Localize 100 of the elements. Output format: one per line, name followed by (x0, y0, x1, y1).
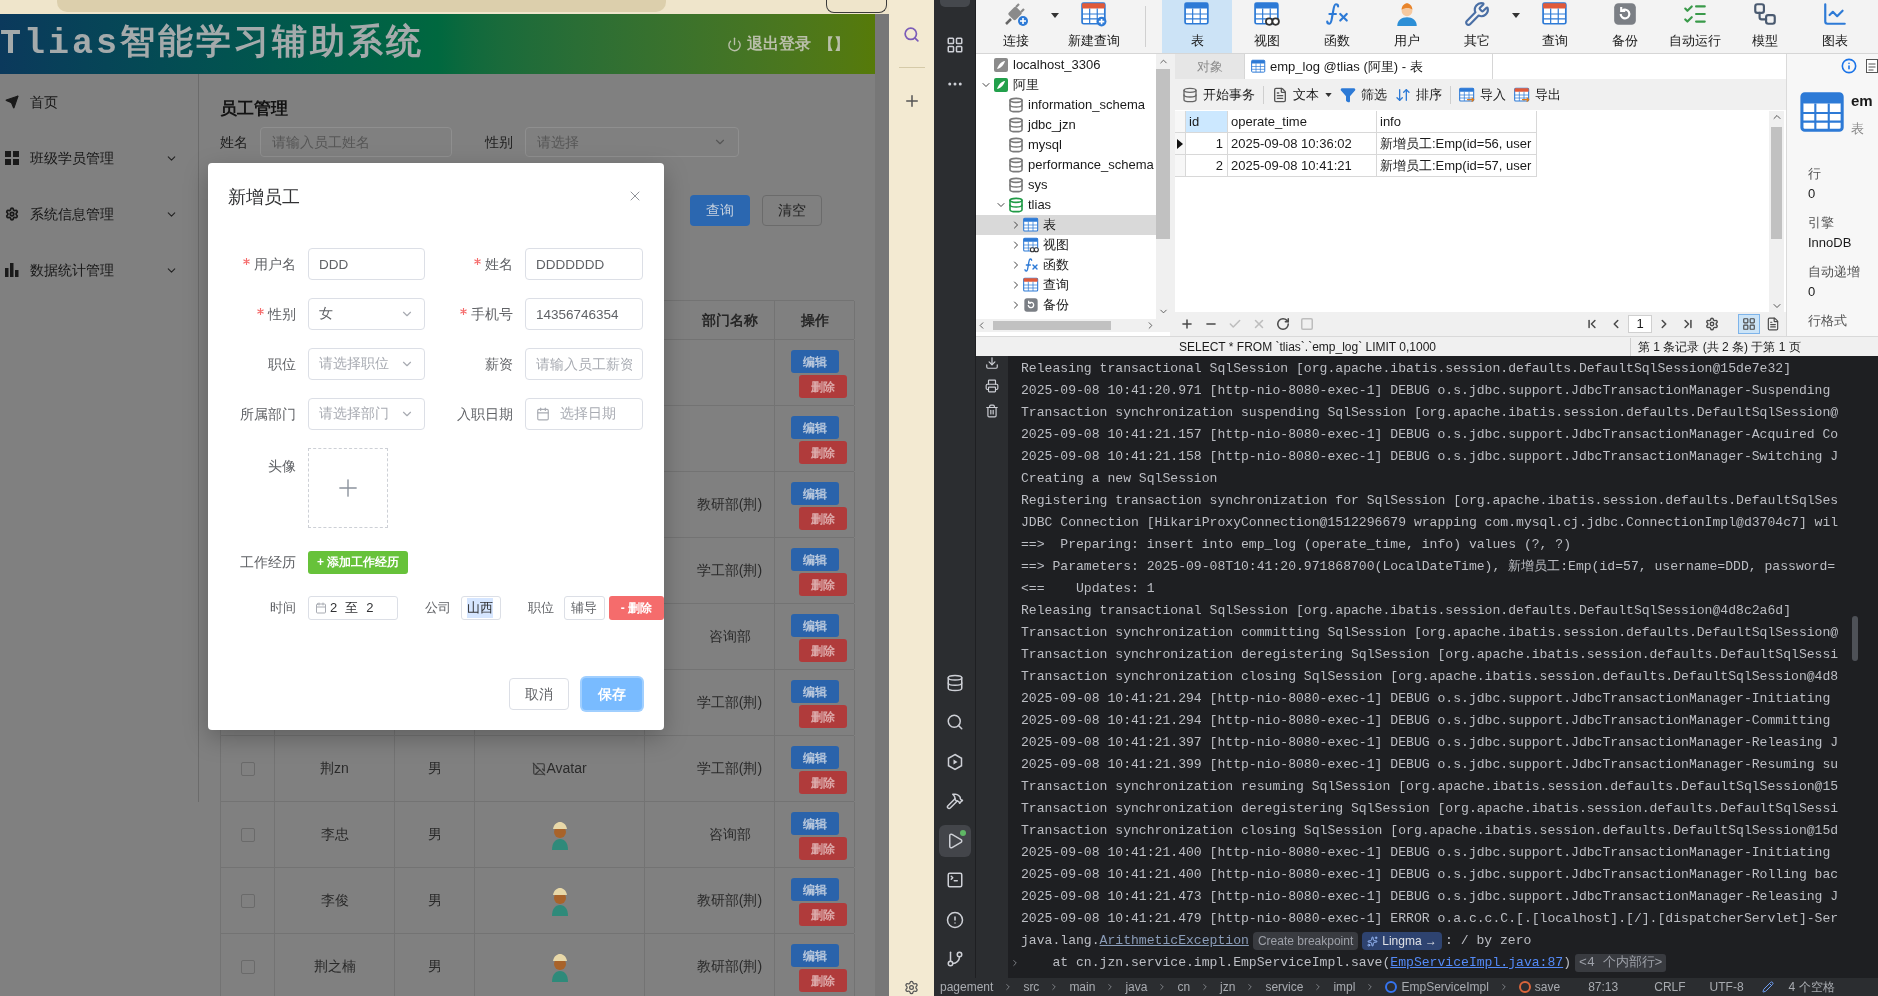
breadcrumb-item[interactable]: src (1023, 980, 1040, 994)
toolbar-button[interactable]: 导入 (1455, 82, 1510, 107)
page-number-field[interactable]: 1 (1628, 315, 1652, 333)
download-icon[interactable] (985, 356, 999, 370)
caret-down-icon[interactable] (1051, 13, 1059, 18)
toolbar-button[interactable] (826, 0, 887, 13)
query-button[interactable]: 查询 (690, 195, 750, 226)
menu-item[interactable]: 班级学员管理 (0, 130, 198, 186)
power-icon[interactable] (727, 36, 742, 52)
document-icon[interactable] (1866, 59, 1878, 73)
hammer-icon[interactable] (945, 792, 964, 810)
edit-button[interactable]: 编辑 (791, 614, 839, 637)
last-page-icon[interactable] (1681, 317, 1695, 331)
toolbar-button[interactable]: 自动运行 (1660, 0, 1730, 53)
info-icon[interactable] (1841, 58, 1857, 74)
folded-lines-chip[interactable]: <4 个内部行> (1575, 954, 1667, 972)
breadcrumb-item[interactable]: jzn (1220, 980, 1236, 994)
edit-button[interactable]: 编辑 (791, 680, 839, 703)
tab[interactable]: emp_log @tlias (阿里) - 表 (1244, 54, 1493, 79)
select-field[interactable]: 女 (308, 298, 425, 330)
edit-button[interactable]: 编辑 (791, 746, 839, 769)
edit-button[interactable]: 编辑 (791, 548, 839, 571)
refresh-icon[interactable] (1276, 317, 1290, 331)
edit-button[interactable]: 编辑 (791, 878, 839, 901)
date-range-picker[interactable]: 2 至 2 (308, 596, 398, 620)
tree-item[interactable]: jdbc_jzn (976, 115, 1156, 135)
column-header[interactable]: operate_time (1228, 111, 1377, 133)
company-input[interactable]: 山西 (461, 596, 501, 620)
edit-button[interactable]: 编辑 (791, 350, 839, 373)
toolbar-button[interactable]: 筛选 (1336, 82, 1391, 107)
toolbar-button[interactable]: 用户 (1372, 0, 1442, 53)
tree-item[interactable]: tlias (976, 195, 1156, 215)
toolbar-button[interactable]: 开始事务 (1178, 82, 1259, 107)
toolbar-button[interactable]: 排序 (1391, 82, 1446, 107)
tree-item[interactable]: sys (976, 175, 1156, 195)
reset-button[interactable]: 清空 (762, 195, 822, 226)
tree-item[interactable]: 视图 (976, 235, 1156, 255)
column-header[interactable]: id (1186, 111, 1228, 133)
file-encoding[interactable]: UTF-8 (1709, 980, 1744, 994)
row-selector[interactable] (1175, 133, 1186, 155)
toolbar-button[interactable]: 视图 (1232, 0, 1302, 53)
scrollbar-thumb[interactable] (1156, 69, 1170, 239)
tree-item[interactable]: 阿里 (976, 75, 1156, 95)
breadcrumb-item[interactable]: impl (1333, 980, 1356, 994)
breadcrumb-item[interactable]: cn (1177, 980, 1191, 994)
position-input[interactable]: 辅导 (564, 596, 605, 620)
print-icon[interactable] (985, 379, 999, 393)
tree-item[interactable]: 表 (976, 215, 1156, 235)
menu-item[interactable]: 数据统计管理 (0, 242, 198, 298)
cancel-button[interactable]: 取消 (509, 678, 569, 710)
breadcrumb-item[interactable]: EmpServiceImpl (1401, 980, 1489, 994)
tool-window-button[interactable] (938, 824, 971, 857)
toolbar-button[interactable]: 模型 (1730, 0, 1800, 53)
column-header[interactable]: info (1377, 111, 1537, 133)
fold-chevron-icon[interactable] (1010, 958, 1020, 968)
toolbar-button[interactable]: 连接 (981, 0, 1051, 53)
scrollbar-thumb[interactable] (1852, 616, 1858, 661)
trash-icon[interactable] (985, 404, 999, 418)
toolbar-button[interactable]: 导出 (1510, 82, 1565, 107)
tree-item[interactable]: information_schema (976, 95, 1156, 115)
breadcrumb-item[interactable]: service (1265, 980, 1304, 994)
text-input[interactable]: DDD (308, 248, 425, 280)
toolbar-button[interactable]: 其它 (1442, 0, 1512, 53)
breadcrumb-item[interactable]: main (1069, 980, 1096, 994)
tree-item[interactable]: 函数 (976, 255, 1156, 275)
assistant-chip[interactable]: Lingma → (1362, 932, 1442, 950)
toolbar-button[interactable]: 图表 (1800, 0, 1870, 53)
settings-icon[interactable] (904, 980, 919, 995)
scrollbar-thumb[interactable] (1771, 127, 1782, 239)
breadcrumb-item[interactable]: java (1125, 980, 1148, 994)
first-page-icon[interactable] (1585, 317, 1599, 331)
toolbar-button[interactable]: 查询 (1520, 0, 1590, 53)
tree-item[interactable]: 查询 (976, 275, 1156, 295)
toolbar-button[interactable]: 新建查询 (1059, 0, 1129, 53)
grid-icon[interactable] (945, 36, 964, 54)
toolbar-button[interactable]: 备份 (1590, 0, 1660, 53)
grid-view-button[interactable] (1738, 314, 1760, 334)
add-icon[interactable] (1180, 317, 1194, 331)
alert-icon[interactable] (945, 910, 964, 929)
line-ending[interactable]: CRLF (1654, 980, 1686, 994)
caret-down-icon[interactable] (1512, 13, 1520, 18)
tree-item[interactable]: 备份 (976, 295, 1156, 315)
edit-button[interactable]: 编辑 (791, 944, 839, 967)
exception-link[interactable]: ArithmeticException (1099, 930, 1249, 952)
pencil-icon[interactable] (1761, 981, 1774, 993)
tree-item[interactable]: localhost_3306 (976, 55, 1156, 75)
terminal-icon[interactable] (945, 871, 964, 889)
toolbar-button[interactable]: 函数 (1302, 0, 1372, 53)
tree-item[interactable]: performance_schema (976, 155, 1156, 175)
tree-item[interactable]: mysql (976, 135, 1156, 155)
text-input[interactable]: 14356746354 (525, 298, 643, 330)
edit-button[interactable]: 编辑 (791, 416, 839, 439)
indent-setting[interactable]: 4 个空格 (1788, 980, 1835, 994)
menu-item[interactable]: 系统信息管理 (0, 186, 198, 242)
git-branch-icon[interactable] (945, 950, 964, 968)
breakpoint-chip[interactable]: Create breakpoint (1252, 932, 1359, 950)
source-link[interactable]: EmpServiceImpl.java:87 (1390, 952, 1564, 974)
hexagon-play-icon[interactable] (945, 752, 964, 771)
search-icon[interactable] (903, 26, 920, 43)
breadcrumb-item[interactable]: save (1534, 980, 1561, 994)
